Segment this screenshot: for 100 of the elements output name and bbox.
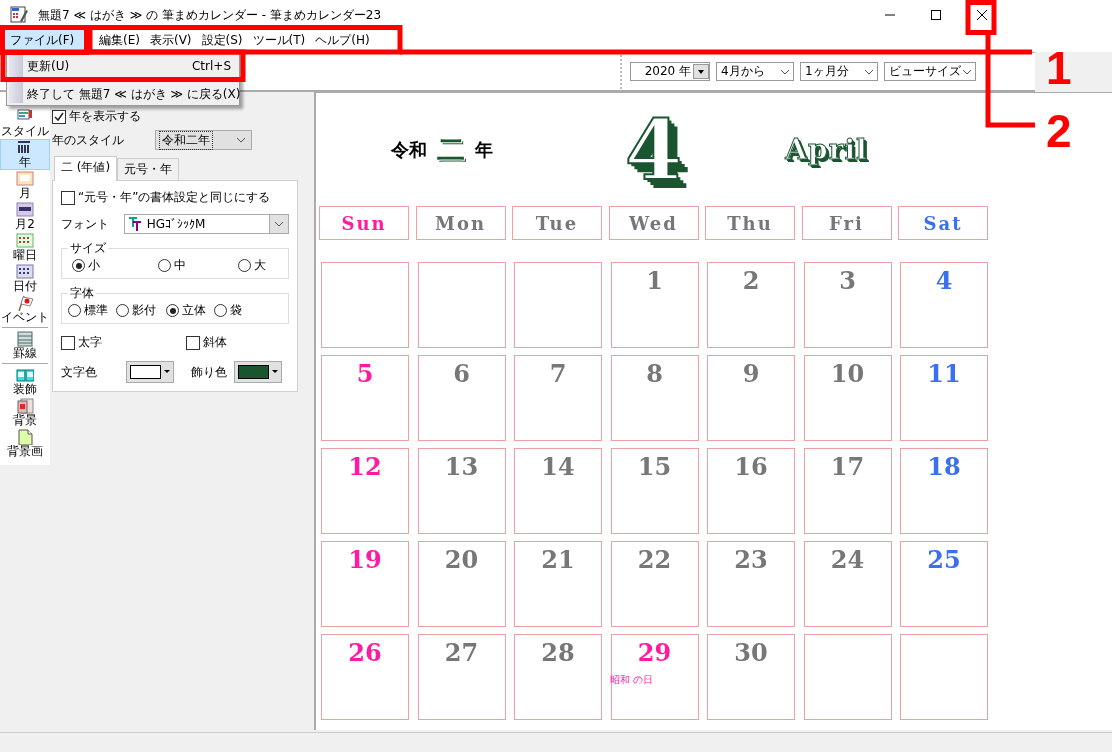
sidebar-item[interactable]: 月 — [0, 170, 50, 201]
checkbox[interactable] — [52, 109, 66, 124]
sidebar-item[interactable]: 曜日 — [0, 232, 50, 263]
dropdown[interactable]: ビューサイズ — [884, 62, 976, 81]
radio-button[interactable] — [214, 304, 227, 317]
sidebar-item[interactable]: 背景画 — [0, 428, 50, 459]
weekday-header: Tue — [512, 206, 602, 240]
day-number: 3 — [839, 267, 856, 295]
month-name: April — [783, 133, 870, 166]
weekday-header: Mon — [415, 206, 506, 240]
menu-item[interactable]: ファイル(F) — [2, 30, 86, 50]
caret-icon — [272, 370, 278, 374]
caret-icon — [164, 370, 170, 374]
day-number: 2 — [742, 267, 760, 295]
radio-button[interactable] — [116, 304, 129, 317]
caret-icon — [693, 64, 709, 79]
color-picker[interactable] — [126, 361, 174, 383]
radio-label: 立体 — [182, 302, 206, 319]
year-suffix: 年 — [475, 137, 494, 162]
radio-label: 袋 — [230, 302, 242, 319]
radio-button[interactable] — [158, 259, 171, 272]
radio-button[interactable] — [68, 304, 81, 317]
day-number: 14 — [541, 453, 575, 481]
weekday-header: Sat — [898, 206, 988, 240]
day-number: 23 — [734, 546, 768, 574]
checkbox[interactable] — [61, 190, 75, 205]
day-number: 4 — [935, 267, 953, 295]
annotation-number: 2 — [1046, 108, 1072, 154]
day-number: 5 — [356, 360, 374, 388]
sidebar-item[interactable]: 月2 — [0, 201, 50, 232]
close-icon — [977, 10, 987, 20]
sidebar-item[interactable]: 背景 — [0, 397, 50, 428]
sidebar-item[interactable]: 日付 — [0, 263, 50, 294]
tab[interactable]: 元号・年 — [117, 158, 180, 180]
day-number: 12 — [348, 453, 382, 481]
dropdown[interactable]: 1ヶ月分 — [800, 62, 878, 81]
highlight-box — [965, 0, 997, 35]
menu-item[interactable]: ヘルプ(H) — [310, 30, 375, 50]
weekday-header: Fri — [801, 206, 892, 240]
weekday-header: Wed — [608, 206, 699, 240]
day-number: 6 — [453, 360, 470, 388]
weekday-header: Sun — [319, 206, 409, 240]
sidebar-item[interactable]: イベント — [0, 294, 50, 325]
annotation-number: 1 — [1046, 45, 1072, 91]
menu-item[interactable]: 表示(V) — [144, 30, 197, 50]
radio-button[interactable] — [238, 259, 251, 272]
menu-item[interactable]: 終了して 無題7 ≪ はがき ≫ に戻る(X) — [7, 85, 239, 104]
day-number: 30 — [734, 639, 768, 667]
sidebar-item[interactable]: 罫線 — [0, 330, 50, 361]
dropdown[interactable]: 令和二年 — [155, 130, 252, 150]
sidebar-item[interactable]: 年 — [0, 139, 50, 170]
dropdown[interactable]: 4月から — [716, 62, 794, 81]
day-number: 28 — [541, 639, 575, 667]
font-dropdown[interactable]: HGｺﾞｼｯｸM — [123, 214, 289, 234]
day-number: 1 — [646, 267, 663, 295]
day-number: 13 — [444, 453, 479, 481]
day-number: 17 — [830, 453, 865, 481]
group-label: 字体 — [69, 285, 95, 302]
year-spin-field[interactable]: 2020 年 — [630, 62, 710, 81]
app-icon — [10, 6, 28, 24]
radio-label: 大 — [254, 257, 266, 274]
radio-label: 標準 — [84, 302, 108, 319]
sidebar-item[interactable]: 装飾 — [0, 366, 50, 397]
chevron-down-icon — [273, 219, 285, 229]
radio-button[interactable] — [72, 259, 85, 272]
day-number: 7 — [549, 360, 567, 388]
truetype-icon — [127, 216, 142, 232]
menu-item[interactable]: 編集(E) — [94, 30, 145, 50]
checkbox-label: “元号・年”の書体設定と同じにする — [78, 189, 271, 206]
menu-item[interactable]: ツール(T) — [247, 30, 311, 50]
day-number: 22 — [637, 546, 672, 574]
day-number: 24 — [830, 546, 865, 574]
menu-item[interactable]: 設定(S) — [196, 30, 248, 50]
menu-item[interactable]: 更新(U) Ctrl+S — [7, 55, 239, 77]
day-number: 26 — [348, 639, 382, 667]
day-number: 29 — [637, 639, 672, 667]
color-picker[interactable] — [234, 361, 282, 383]
tab[interactable]: 二 (年値) — [54, 156, 118, 181]
document-icon — [16, 429, 34, 445]
day-number: 21 — [541, 546, 575, 574]
day-number: 9 — [742, 360, 760, 388]
holiday-label: 昭和 の日 — [609, 673, 653, 687]
maximize-icon — [931, 10, 941, 20]
day-number: 18 — [927, 453, 961, 481]
sidebar-item[interactable]: スタイル — [0, 108, 50, 139]
calendar-grid-icon — [16, 264, 34, 280]
lines-icon — [16, 331, 34, 347]
radio-button[interactable] — [166, 304, 179, 317]
field-label: 年のスタイル — [52, 131, 125, 149]
field-label: 飾り色 — [191, 363, 228, 381]
checkbox-label: 斜体 — [203, 334, 227, 351]
checkbox-label: 年を表示する — [69, 108, 141, 125]
day-number: 15 — [637, 453, 672, 481]
group-label: サイズ — [69, 240, 107, 257]
field-label: フォント — [61, 215, 110, 233]
picture-frame-icon — [16, 398, 34, 414]
day-number: 11 — [927, 360, 961, 388]
checkbox[interactable] — [61, 335, 75, 350]
checkbox[interactable] — [186, 335, 200, 350]
checkbox-label: 太字 — [78, 334, 102, 351]
